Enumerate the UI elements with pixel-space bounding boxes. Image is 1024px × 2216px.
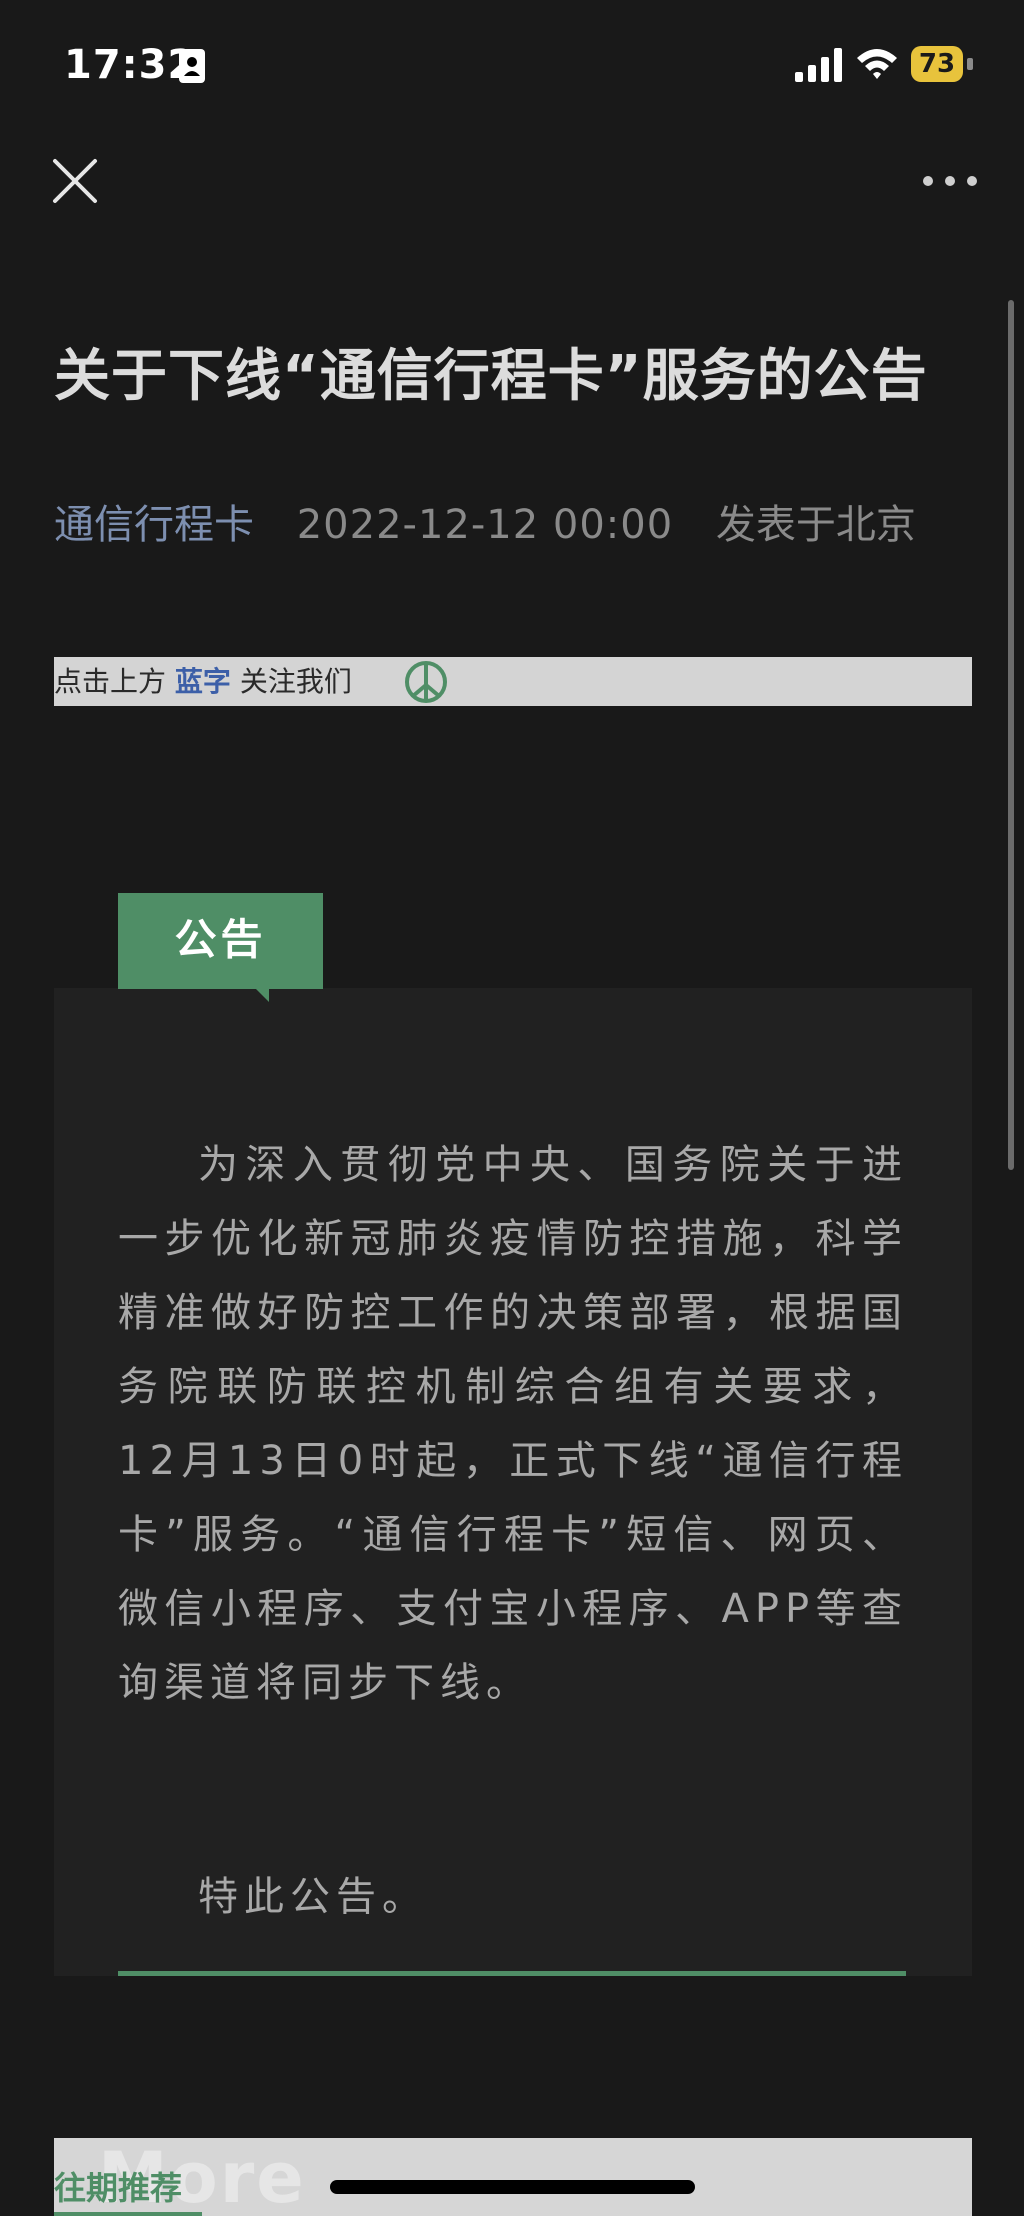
scrollbar[interactable] (1008, 300, 1014, 1170)
battery-level: 73 (911, 46, 963, 82)
peace-icon (405, 661, 447, 703)
battery-tip (967, 58, 973, 70)
publish-date: 2022-12-12 00:00 (296, 502, 674, 548)
account-name-link[interactable]: 通信行程卡 (54, 502, 254, 548)
recommend-label: 往期推荐 (54, 2169, 183, 2207)
battery-icon: 73 (911, 46, 973, 82)
follow-highlight: 蓝字 (174, 665, 231, 698)
article-meta: 通信行程卡 2022-12-12 00:00 发表于北京 (54, 497, 916, 553)
publish-location: 发表于北京 (715, 502, 916, 548)
notice-body-text: 为深入贯彻党中央、国务院关于进一步优化新冠肺炎疫情防控措施，科学精准做好防控工作… (118, 1142, 908, 1706)
status-bar: 17:32 73 (0, 0, 1024, 130)
notice-divider (118, 1971, 906, 1976)
recommend-banner[interactable]: More 往期推荐 (54, 2138, 972, 2216)
notice-closing-text: 特此公告。 (198, 1874, 428, 1920)
recommend-underline (54, 2212, 202, 2216)
wifi-icon (857, 49, 897, 79)
cellular-signal-icon (795, 48, 842, 82)
contact-card-icon (179, 49, 205, 83)
more-dots-icon[interactable] (920, 166, 980, 196)
follow-suffix: 关注我们 (239, 665, 352, 698)
follow-prefix: 点击上方 (54, 665, 167, 698)
notice-tag: 公告 (118, 893, 323, 989)
status-time: 17:32 (64, 42, 197, 88)
home-indicator[interactable] (330, 2180, 695, 2194)
follow-banner[interactable]: 点击上方 蓝字 关注我们 (54, 657, 972, 706)
article-title: 关于下线“通信行程卡”服务的公告 (54, 343, 928, 409)
notice-tag-tail (255, 988, 269, 1002)
close-icon[interactable] (50, 156, 100, 206)
